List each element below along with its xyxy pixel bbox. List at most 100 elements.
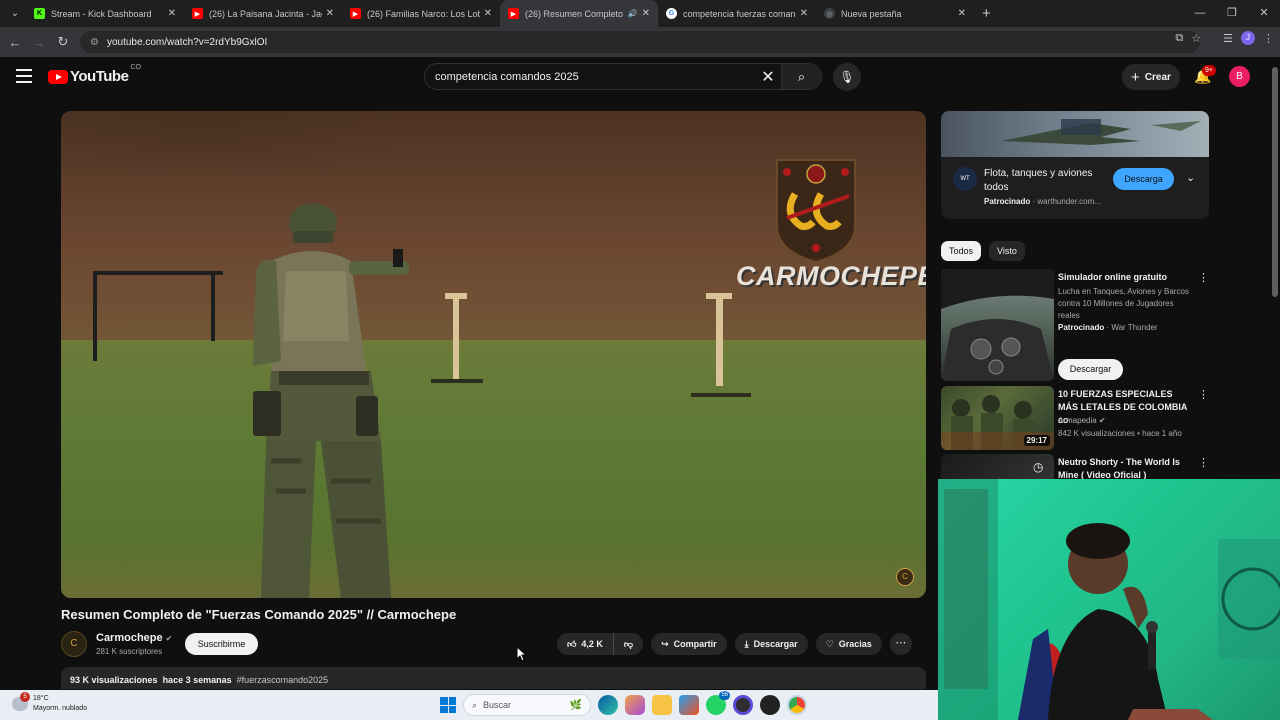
like-button[interactable]: 👍︎ 4,2 K: [557, 633, 614, 655]
close-window-icon[interactable]: ✕: [1248, 0, 1280, 27]
video-player[interactable]: CARMOCHEPE C: [61, 111, 926, 598]
dislike-button[interactable]: 👎︎: [613, 633, 644, 655]
chrome-icon[interactable]: [787, 695, 807, 715]
tab-title: (26) Familias Narco: Los Lobos: [367, 8, 480, 19]
tab-search-icon[interactable]: ⌄: [4, 4, 26, 24]
browser-tab-new[interactable]: ◎ Nueva pestaña ✕: [816, 0, 974, 27]
chip-all[interactable]: Todos: [941, 241, 982, 261]
chevron-down-icon[interactable]: ⌄: [1186, 171, 1195, 184]
youtube-logo[interactable]: YouTube CO: [48, 64, 141, 85]
hashtag-link[interactable]: #fuerzascomando2025: [237, 675, 329, 685]
thumbs-down-icon: 👎︎: [623, 638, 634, 649]
restore-icon[interactable]: ❐: [1216, 0, 1248, 27]
site-info-icon[interactable]: ⚙: [90, 37, 99, 48]
forward-icon[interactable]: →: [27, 35, 51, 50]
speaker-icon[interactable]: 🔊: [628, 9, 638, 18]
share-button[interactable]: ↪ Compartir: [651, 633, 727, 655]
video-thumbnail[interactable]: [941, 269, 1054, 381]
close-tab-icon[interactable]: ✕: [484, 8, 492, 19]
rec-menu-icon[interactable]: ⋮: [1198, 388, 1209, 401]
rec-menu-icon[interactable]: ⋮: [1198, 456, 1209, 469]
tab-title: Nueva pestaña: [841, 8, 902, 19]
channel-branding-icon[interactable]: C: [896, 568, 914, 586]
upload-date: hace 3 semanas: [162, 675, 232, 685]
recommendation-sponsored[interactable]: Simulador online gratuito Lucha en Tanqu…: [941, 269, 1211, 381]
search-highlight-icon: 🌿: [569, 699, 582, 711]
windows-taskbar: 5 18°C Mayorm. nublado ⌕ Buscar 🌿 56: [0, 690, 938, 720]
close-tab-icon[interactable]: ✕: [168, 8, 176, 19]
webcam-overlay: [938, 479, 1280, 720]
whatsapp-icon[interactable]: 56: [706, 691, 730, 715]
create-label: Crear: [1144, 71, 1171, 83]
like-dislike-group: 👍︎ 4,2 K 👎︎: [557, 633, 644, 655]
browser-tab-familias[interactable]: ▶ (26) Familias Narco: Los Lobos ✕: [342, 0, 500, 27]
browser-tab-google[interactable]: G competencia fuerzas comando ✕: [658, 0, 816, 27]
notifications-button[interactable]: 🔔 9+: [1194, 65, 1216, 85]
bookmark-star-icon[interactable]: ☆: [1191, 32, 1201, 45]
address-bar[interactable]: ⚙ youtube.com/watch?v=2rdYb9GxlOI: [80, 31, 1200, 53]
create-button[interactable]: + Crear: [1122, 64, 1180, 90]
edge-icon[interactable]: [598, 695, 618, 715]
target-head: [445, 293, 467, 299]
rec-menu-icon[interactable]: ⋮: [1198, 271, 1209, 284]
more-actions-button[interactable]: ⋯: [889, 633, 912, 655]
search-button[interactable]: ⌕: [781, 64, 821, 89]
target-head: [706, 293, 732, 299]
sponsored-label: Patrocinado: [984, 197, 1031, 206]
back-icon[interactable]: ←: [3, 35, 27, 50]
install-app-icon[interactable]: ⧉: [1175, 32, 1183, 45]
minimize-icon[interactable]: —: [1184, 0, 1216, 27]
subscriber-count: 281 K suscriptores: [96, 647, 163, 656]
app-icon[interactable]: [760, 695, 780, 715]
weather-widget[interactable]: 5 18°C Mayorm. nublado: [12, 692, 87, 714]
clear-search-icon[interactable]: ✕: [755, 67, 781, 87]
search-input[interactable]: competencia comandos 2025: [425, 71, 755, 83]
browser-tab-jacinta[interactable]: ▶ (26) La Paisana Jacinta - Jacinta ✕: [184, 0, 342, 27]
file-explorer-icon[interactable]: [652, 695, 672, 715]
close-tab-icon[interactable]: ✕: [326, 8, 334, 19]
chip-watched[interactable]: Visto: [989, 241, 1025, 261]
sponsored-ad-card[interactable]: WT Flota, tanques y aviones todos Patroc…: [941, 111, 1209, 219]
cloud-icon: 5: [12, 692, 30, 711]
youtube-masthead: YouTube CO competencia comandos 2025 ✕ ⌕…: [0, 57, 1270, 97]
tab-title: competencia fuerzas comando: [683, 8, 796, 19]
carmochepe-emblem-icon: [776, 159, 856, 264]
rec-channel: War Thunder: [1111, 323, 1158, 332]
reload-icon[interactable]: ↻: [51, 34, 75, 50]
close-tab-icon[interactable]: ✕: [958, 8, 966, 19]
browser-tab-kick[interactable]: K Stream - Kick Dashboard ✕: [26, 0, 184, 27]
thanks-button[interactable]: ♡ Gracias: [815, 633, 882, 655]
hamburger-menu-icon[interactable]: [16, 69, 32, 83]
taskbar-apps: ⌕ Buscar 🌿 56: [440, 691, 807, 716]
rec-channel-line: Armapedia ✔: [1058, 415, 1106, 427]
download-button[interactable]: ⤓ Descargar: [734, 633, 808, 655]
scrollbar-thumb[interactable]: [1272, 67, 1278, 297]
obs-icon[interactable]: [733, 695, 753, 715]
copilot-icon[interactable]: [625, 695, 645, 715]
close-tab-icon[interactable]: ✕: [642, 8, 650, 19]
description-box[interactable]: 93 K visualizaciones hace 3 semanas #fue…: [61, 667, 926, 689]
windows-start-icon[interactable]: [440, 697, 456, 713]
extensions-icon[interactable]: ☰: [1223, 32, 1233, 45]
channel-name-text: Carmochepe: [96, 632, 163, 644]
channel-name[interactable]: Carmochepe ✔: [96, 632, 172, 644]
close-tab-icon[interactable]: ✕: [800, 8, 808, 19]
new-tab-button[interactable]: +: [982, 5, 991, 22]
tab-title: (26) Resumen Completo de: [525, 8, 624, 19]
channel-avatar[interactable]: C: [61, 631, 87, 657]
voice-search-button[interactable]: 🎙: [833, 63, 861, 91]
store-icon[interactable]: [679, 695, 699, 715]
video-thumbnail[interactable]: ◷: [941, 454, 1054, 479]
taskbar-search[interactable]: ⌕ Buscar 🌿: [463, 694, 591, 716]
recommendation-video[interactable]: ◷ Neutro Shorty - The World Is Mine ( Vi…: [941, 454, 1211, 479]
menu-kebab-icon[interactable]: ⋮: [1263, 32, 1274, 45]
weather-badge: 5: [20, 692, 30, 702]
video-thumbnail[interactable]: 29:17: [941, 386, 1054, 450]
browser-tab-resumen[interactable]: ▶ (26) Resumen Completo de 🔊 ✕: [500, 0, 658, 27]
subscribe-button[interactable]: Suscribirme: [185, 633, 258, 655]
profile-avatar[interactable]: J: [1241, 31, 1255, 45]
account-avatar[interactable]: B: [1229, 66, 1250, 87]
rec-download-button[interactable]: Descargar: [1058, 359, 1123, 380]
ad-download-button[interactable]: Descarga: [1113, 168, 1174, 190]
recommendation-video[interactable]: 29:17 10 FUERZAS ESPECIALES MÁS LETALES …: [941, 386, 1211, 450]
